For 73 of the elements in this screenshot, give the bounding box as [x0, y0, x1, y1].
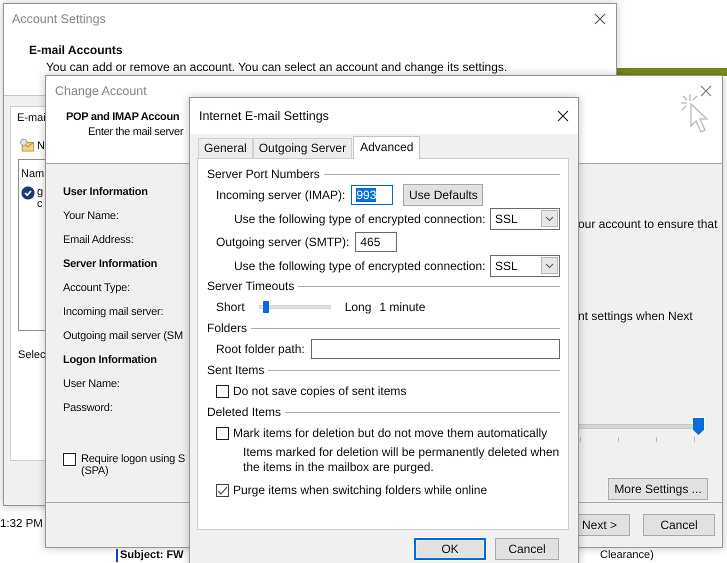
section-title: Logon Information — [63, 353, 157, 368]
more-settings-button[interactable]: More Settings ... — [608, 478, 708, 500]
checkbox[interactable] — [216, 484, 229, 496]
field-label: Password: — [63, 401, 113, 416]
timeout-slider[interactable] — [258, 301, 331, 313]
checkbox-label: Do not save copies of sent items — [233, 384, 406, 398]
account-name: g — [37, 186, 44, 198]
group-title: Sent Items — [207, 363, 264, 377]
checkbox[interactable] — [216, 384, 229, 398]
section-title: Server Information — [63, 257, 158, 272]
clock-text: 1:32 PM — [0, 518, 43, 530]
chevron-down-icon — [541, 210, 558, 227]
tab[interactable]: Outgoing Server — [252, 138, 352, 158]
tab[interactable]: General — [198, 138, 253, 158]
slider-thumb[interactable] — [693, 418, 704, 435]
checkbox-label: Mark items for deletion but do not move them automatically — [233, 426, 548, 440]
slider-thumb[interactable] — [262, 301, 269, 313]
root-folder-field[interactable] — [310, 339, 560, 359]
column-header: Nam — [21, 168, 44, 180]
dialog-heading: POP and IMAP Accoun — [66, 111, 180, 123]
field-label: Use the following type of encrypted connection: — [234, 212, 486, 226]
group-title: Server Timeouts — [207, 279, 294, 293]
note-text: Items marked for deletion will be permanently deleted when the items in the mailbox are purged. — [242, 445, 560, 475]
tab[interactable]: Advanced — [353, 136, 420, 159]
close-icon[interactable] — [594, 13, 606, 25]
mail-icon — [19, 138, 35, 153]
checkbox[interactable] — [63, 453, 76, 466]
field-label: Email Address: — [63, 233, 134, 248]
checkbox-label: Purge items when switching folders while online — [233, 483, 488, 497]
window-title: Change Account — [55, 84, 147, 98]
field-label: Incoming mail server: — [63, 305, 164, 320]
dialog-subheading: Enter the mail server — [88, 126, 184, 138]
dialog-description: You can add or remove an account. You can select an account and change its settings. — [46, 60, 508, 74]
select-label: Selec — [18, 349, 46, 361]
timeout-value: 1 minute — [379, 300, 426, 314]
close-icon[interactable] — [557, 110, 569, 122]
field-label: Incoming server (IMAP): — [216, 188, 346, 202]
encryption-dropdown[interactable]: SSL — [490, 254, 560, 276]
checkbox-label: Require logon using S — [81, 453, 186, 465]
field-label: User Name: — [63, 377, 120, 392]
slider-label: Long — [344, 300, 372, 314]
cancel-button[interactable]: Cancel — [495, 538, 559, 560]
checkbox[interactable] — [216, 426, 229, 440]
tab[interactable]: E-mai — [17, 112, 46, 124]
group-title: Folders — [207, 321, 248, 335]
description-text: nt settings when Next — [578, 309, 693, 323]
field-label: Outgoing server (SMTP): — [216, 235, 350, 249]
check-circle-icon — [21, 186, 35, 200]
group-title: Deleted Items — [207, 405, 282, 419]
checkbox-label: (SPA) — [81, 465, 109, 477]
field-label: Your Name: — [63, 209, 119, 224]
mail-subject-tail: Clearance) — [600, 549, 654, 562]
use-defaults-button[interactable]: Use Defaults — [403, 184, 484, 206]
port-field[interactable]: 993 — [351, 185, 394, 205]
field-label: Use the following type of encrypted connection: — [234, 258, 486, 272]
account-name: c — [37, 198, 42, 210]
dialog-heading: E-mail Accounts — [29, 43, 124, 57]
group-title: Server Port Numbers — [207, 167, 320, 181]
encryption-dropdown[interactable]: SSL — [490, 208, 560, 230]
field-label: Root folder path: — [216, 342, 305, 356]
new-button[interactable]: N — [37, 140, 45, 152]
window-title: Internet E-mail Settings — [199, 109, 329, 123]
section-title: User Information — [63, 185, 148, 200]
window-title: Account Settings — [12, 12, 106, 26]
ok-button[interactable]: OK — [414, 538, 486, 560]
cancel-button[interactable]: Cancel — [643, 514, 715, 536]
port-field[interactable]: 465 — [355, 232, 398, 252]
field-label: Account Type: — [63, 281, 130, 296]
field-label: Outgoing mail server (SM — [63, 329, 183, 344]
slider[interactable] — [578, 418, 704, 435]
description-text: our account to ensure that — [578, 217, 718, 231]
chevron-down-icon — [541, 257, 558, 274]
slider-label: Short — [216, 300, 245, 314]
